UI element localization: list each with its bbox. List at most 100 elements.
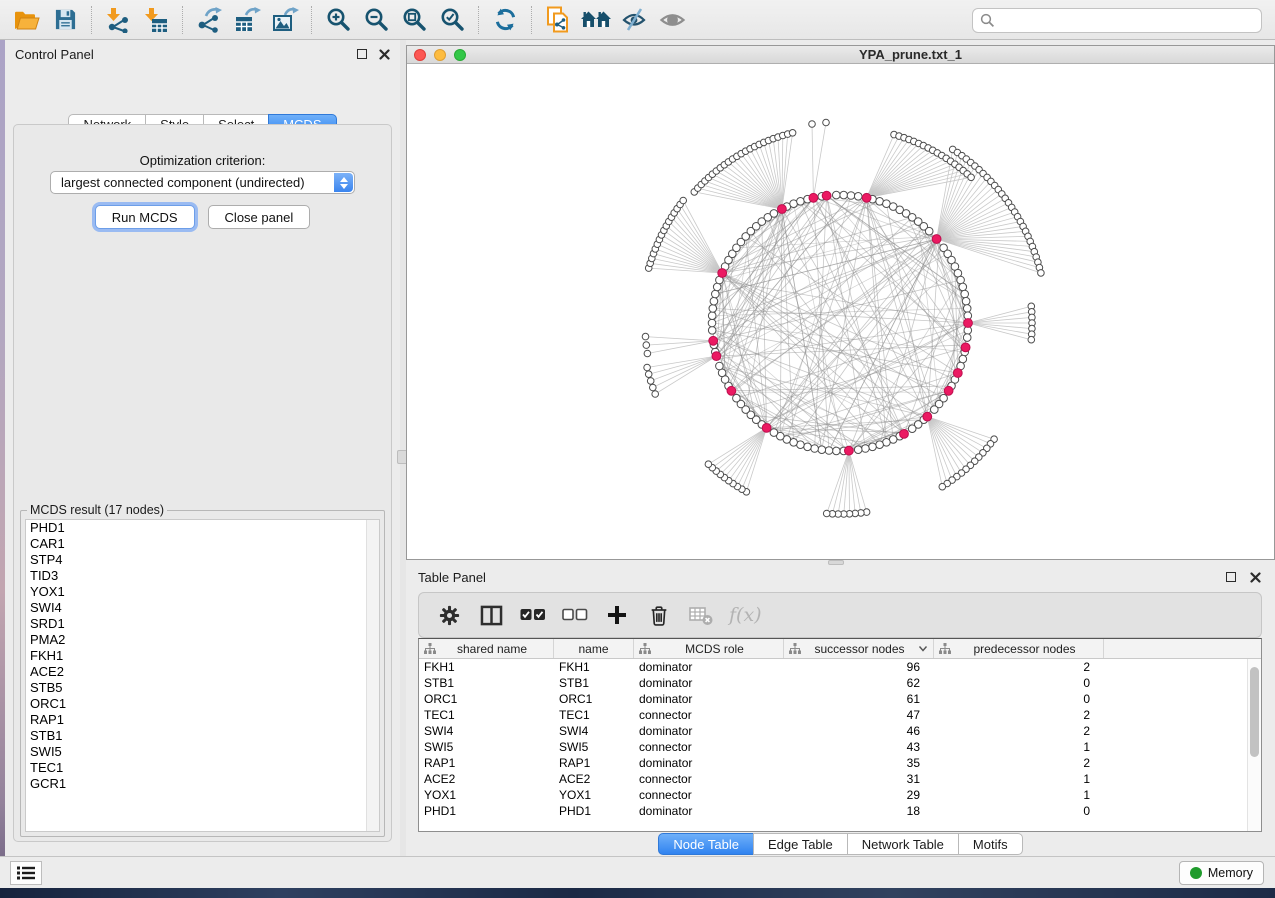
mcds-result-item[interactable]: ACE2	[26, 664, 379, 680]
mcds-result-list[interactable]: PHD1 CAR1 STP4 TID3 YOX1 SWI4 SRD1 PMA2	[25, 519, 380, 832]
mcds-result-item[interactable]: SRD1	[26, 616, 379, 632]
function-builder-icon: f(x)	[729, 604, 762, 626]
create-column-button[interactable]	[599, 598, 635, 632]
table-row[interactable]: ACE2 ACE2 connector 31 1	[419, 771, 1247, 787]
deselect-all-rows-button[interactable]	[557, 598, 593, 632]
table-row[interactable]: YOX1 YOX1 connector 29 1	[419, 787, 1247, 803]
mcds-result-item[interactable]: PMA2	[26, 632, 379, 648]
criterion-select[interactable]: largest connected component (undirected)	[50, 171, 355, 194]
toolbar-separator	[91, 6, 92, 34]
window-close-traffic-light[interactable]	[414, 49, 426, 61]
houses-button[interactable]	[577, 4, 615, 36]
run-mcds-button[interactable]: Run MCDS	[95, 205, 195, 229]
search-field[interactable]	[972, 8, 1262, 33]
import-table-button[interactable]	[137, 4, 175, 36]
table-row[interactable]: ORC1 ORC1 dominator 61 0	[419, 691, 1247, 707]
folder-open-icon	[14, 9, 40, 31]
close-panel-button[interactable]: Close panel	[208, 205, 311, 229]
network-canvas[interactable]	[407, 64, 1274, 559]
mcds-result-item[interactable]: TEC1	[26, 760, 379, 776]
network-column-icon	[939, 643, 951, 654]
table-scrollbar[interactable]	[1247, 659, 1261, 831]
search-input[interactable]	[1000, 11, 1261, 31]
window-zoom-traffic-light[interactable]	[454, 49, 466, 61]
split-columns-icon	[480, 605, 503, 626]
mcds-result-item[interactable]: PHD1	[26, 520, 379, 536]
table-row[interactable]: SWI5 SWI5 connector 43 1	[419, 739, 1247, 755]
export-image-icon	[272, 7, 299, 33]
table-row[interactable]: RAP1 RAP1 dominator 35 2	[419, 755, 1247, 771]
network-column-icon	[424, 643, 436, 654]
task-history-button[interactable]	[10, 861, 42, 885]
close-panel-icon[interactable]	[379, 49, 390, 60]
show-all-button[interactable]	[653, 4, 691, 36]
table-panel-header: Table Panel	[406, 565, 1275, 589]
memory-label: Memory	[1208, 866, 1253, 880]
zoom-selected-icon	[440, 7, 465, 32]
hide-selected-button[interactable]	[615, 4, 653, 36]
sort-descending-icon	[918, 645, 928, 652]
table-settings-button[interactable]	[431, 598, 467, 632]
memory-button[interactable]: Memory	[1179, 861, 1264, 885]
float-panel-icon[interactable]	[357, 49, 367, 59]
tab-edge-table[interactable]: Edge Table	[753, 833, 848, 855]
export-network-button[interactable]	[190, 4, 228, 36]
mcds-result-item[interactable]: RAP1	[26, 712, 379, 728]
column-header-predecessor-nodes[interactable]: predecessor nodes	[934, 639, 1104, 658]
select-all-rows-button[interactable]	[515, 598, 551, 632]
show-column-panel-button[interactable]	[473, 598, 509, 632]
network-graph	[407, 64, 1274, 559]
table-row[interactable]: TEC1 TEC1 connector 47 2	[419, 707, 1247, 723]
zoom-in-icon	[326, 7, 351, 32]
import-network-button[interactable]	[99, 4, 137, 36]
column-header-filler	[1104, 639, 1261, 658]
mcds-result-item[interactable]: STP4	[26, 552, 379, 568]
mcds-result-item[interactable]: TID3	[26, 568, 379, 584]
mcds-result-item[interactable]: STB1	[26, 728, 379, 744]
zoom-in-button[interactable]	[319, 4, 357, 36]
table-row[interactable]: PHD1 PHD1 dominator 18 0	[419, 803, 1247, 819]
destroy-table-button[interactable]	[683, 598, 719, 632]
mcds-result-item[interactable]: STB5	[26, 680, 379, 696]
zoom-selected-button[interactable]	[433, 4, 471, 36]
export-image-button[interactable]	[266, 4, 304, 36]
save-session-button[interactable]	[46, 4, 84, 36]
mcds-result-item[interactable]: SWI4	[26, 600, 379, 616]
network-window-title: YPA_prune.txt_1	[547, 47, 1274, 62]
network-window-titlebar[interactable]: YPA_prune.txt_1	[407, 46, 1274, 64]
table-row[interactable]: SWI4 SWI4 dominator 46 2	[419, 723, 1247, 739]
column-header-successor-nodes[interactable]: successor nodes	[784, 639, 934, 658]
delete-column-button[interactable]	[641, 598, 677, 632]
mcds-result-item[interactable]: YOX1	[26, 584, 379, 600]
zoom-out-button[interactable]	[357, 4, 395, 36]
tab-node-table[interactable]: Node Table	[658, 833, 754, 855]
open-session-button[interactable]	[8, 4, 46, 36]
column-header-name[interactable]: name	[554, 639, 634, 658]
tab-motifs[interactable]: Motifs	[958, 833, 1023, 855]
mcds-result-item[interactable]: ORC1	[26, 696, 379, 712]
tab-network-table[interactable]: Network Table	[847, 833, 959, 855]
column-header-shared-name[interactable]: shared name	[419, 639, 554, 658]
float-table-panel-icon[interactable]	[1226, 572, 1236, 582]
export-table-button[interactable]	[228, 4, 266, 36]
toolbar-separator	[311, 6, 312, 34]
zoom-fit-button[interactable]	[395, 4, 433, 36]
new-network-from-selection-button[interactable]	[539, 4, 577, 36]
function-builder-button[interactable]: f(x)	[725, 598, 762, 632]
table-row[interactable]: STB1 STB1 dominator 62 0	[419, 675, 1247, 691]
zoom-out-icon	[364, 7, 389, 32]
column-header-mcds-role[interactable]: MCDS role	[634, 639, 784, 658]
mcds-result-item[interactable]: SWI5	[26, 744, 379, 760]
mcds-list-scrollbar[interactable]	[366, 520, 379, 831]
control-panel: Control Panel Network Style Select MCDS …	[5, 40, 400, 856]
table-row[interactable]: FKH1 FKH1 dominator 96 2	[419, 659, 1247, 675]
refresh-button[interactable]	[486, 4, 524, 36]
mcds-result-item[interactable]: CAR1	[26, 536, 379, 552]
mcds-result-item[interactable]: GCR1	[26, 776, 379, 792]
mcds-result-item[interactable]: FKH1	[26, 648, 379, 664]
node-table: shared name name MCDS role successor nod…	[418, 638, 1262, 832]
window-minimize-traffic-light[interactable]	[434, 49, 446, 61]
table-scrollbar-thumb[interactable]	[1250, 667, 1259, 757]
close-table-panel-icon[interactable]	[1250, 572, 1261, 583]
import-network-icon	[105, 7, 131, 33]
